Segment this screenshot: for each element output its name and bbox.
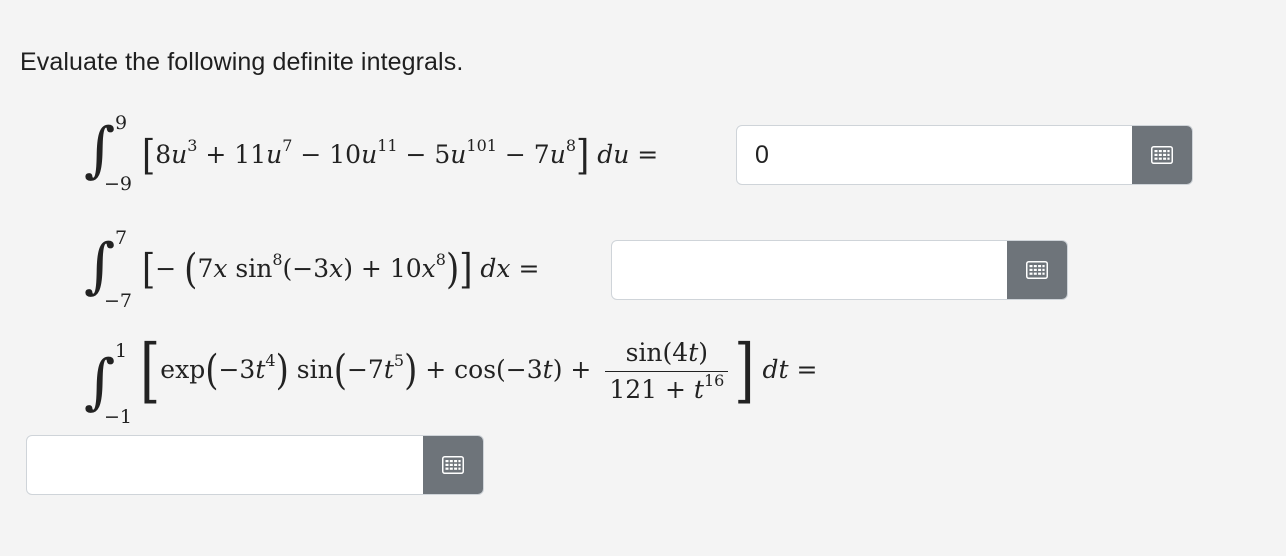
answer-field-2 (611, 240, 1068, 300)
answer-input-3[interactable] (27, 436, 423, 494)
fraction: sin(4t) 121 + t16 (605, 338, 729, 405)
keypad-icon (1151, 146, 1173, 164)
upper-limit: 7 (115, 227, 128, 249)
lower-limit: −1 (104, 406, 133, 428)
lower-limit: −7 (104, 290, 133, 312)
answer-input-1[interactable] (737, 126, 1132, 184)
keypad-icon (442, 456, 464, 474)
answer-field-3 (26, 435, 484, 495)
math-palette-button[interactable] (1007, 241, 1067, 299)
answer-input-2[interactable] (612, 241, 1007, 299)
lower-limit: −9 (104, 173, 133, 195)
instructions-text: Evaluate the following definite integral… (20, 48, 464, 76)
upper-limit: 1 (115, 340, 128, 362)
upper-limit: 9 (115, 112, 128, 134)
keypad-icon (1026, 261, 1048, 279)
integral-sign: ∫ (84, 115, 116, 185)
integral-sign: ∫ (84, 231, 116, 301)
integrand-1: [8u3 + 11u7 − 10u11 − 5u101 − 7u8] du = (142, 132, 659, 180)
integrand-3: [exp(−3t4) sin(−7t5) + cos(−3t) + sin(4t… (140, 330, 818, 412)
integral-sign: ∫ (84, 347, 116, 417)
integrand-2: [− (7x sin8(−3x) + 10x8)] dx = (142, 246, 540, 294)
answer-field-1 (736, 125, 1193, 185)
math-palette-button[interactable] (423, 436, 483, 494)
math-palette-button[interactable] (1132, 126, 1192, 184)
